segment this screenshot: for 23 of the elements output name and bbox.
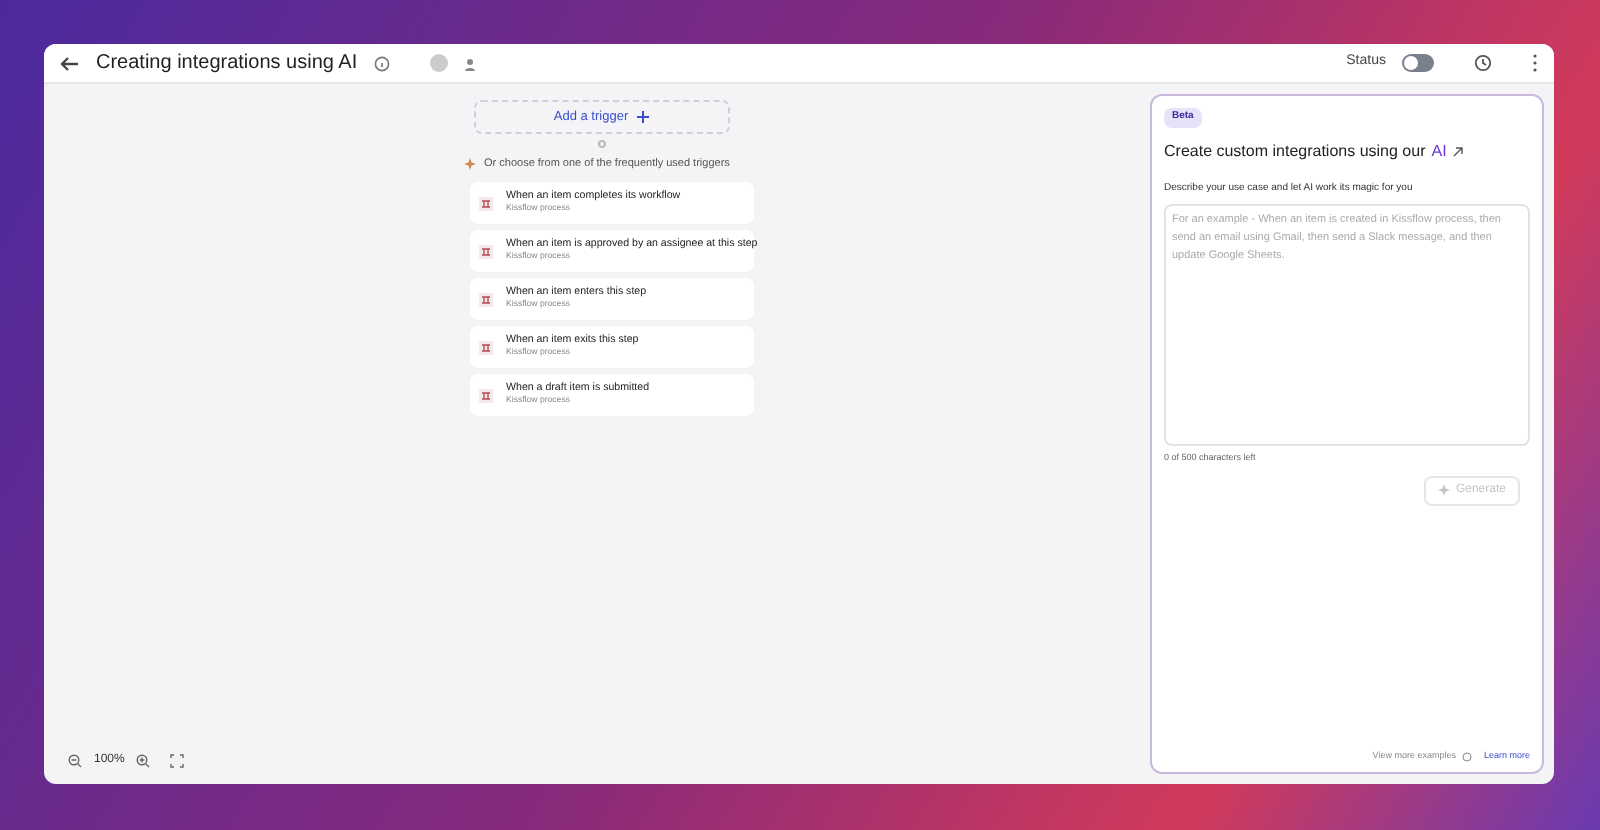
zoom-in-icon[interactable]	[136, 754, 151, 768]
sparkle-icon	[464, 158, 476, 171]
arrow-icon	[1452, 145, 1465, 157]
status-toggle[interactable]	[1402, 54, 1434, 72]
workflow-icon	[478, 387, 494, 404]
ai-link[interactable]: AI	[1431, 139, 1447, 163]
avatar-icon	[429, 54, 448, 72]
workflow-icon	[478, 339, 494, 356]
panel-heading: Create custom integrations using our	[1164, 139, 1426, 163]
info-icon[interactable]	[373, 55, 390, 71]
sparkle-icon	[1437, 484, 1450, 497]
back-arrow-icon[interactable]	[60, 53, 80, 73]
plus-icon	[636, 110, 651, 124]
workflow-icon	[478, 291, 494, 308]
more-icon[interactable]	[1532, 54, 1538, 72]
workflow-icon	[478, 195, 494, 212]
users-icon[interactable]	[463, 55, 480, 71]
workflow-icon	[478, 243, 494, 260]
info-icon	[1461, 752, 1472, 763]
zoom-out-icon[interactable]	[68, 754, 82, 768]
page-title: Creating integrations using AI	[96, 50, 358, 78]
history-icon[interactable]	[1474, 54, 1492, 72]
fullscreen-icon[interactable]	[170, 754, 185, 768]
